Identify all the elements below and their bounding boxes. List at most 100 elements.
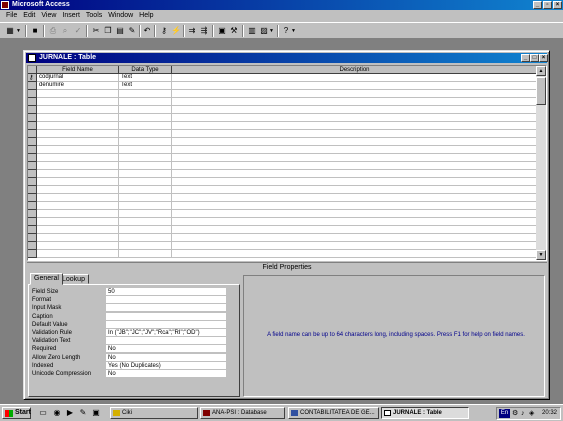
- data-type-cell[interactable]: [119, 186, 172, 194]
- restore-button[interactable]: ▫: [543, 1, 552, 9]
- field-name-cell[interactable]: [37, 122, 119, 130]
- description-cell[interactable]: [172, 178, 538, 186]
- desktop-icon[interactable]: ▭: [38, 408, 48, 418]
- row-selector[interactable]: [28, 122, 37, 130]
- row-selector[interactable]: [28, 218, 37, 226]
- start-button[interactable]: Start: [2, 407, 31, 419]
- field-name-cell[interactable]: [37, 146, 119, 154]
- description-cell[interactable]: [172, 130, 538, 138]
- table-row[interactable]: denumire Text: [28, 82, 538, 90]
- data-type-cell[interactable]: [119, 130, 172, 138]
- property-value-input[interactable]: In ("JB";"JC";"JV";"Rca";"RI";"OD"): [106, 329, 226, 337]
- close-button[interactable]: ×: [553, 1, 562, 9]
- description-cell[interactable]: [172, 218, 538, 226]
- menu-tools[interactable]: Tools: [83, 10, 105, 22]
- table-row[interactable]: [28, 122, 538, 130]
- child-minimize-button[interactable]: _: [521, 54, 530, 62]
- data-type-cell[interactable]: [119, 170, 172, 178]
- properties-icon[interactable]: ▣: [216, 25, 228, 37]
- description-cell[interactable]: [172, 170, 538, 178]
- table-row[interactable]: [28, 250, 538, 258]
- table-row[interactable]: [28, 194, 538, 202]
- task-jurnale-table[interactable]: JURNALE : Table: [381, 407, 469, 419]
- child-close-button[interactable]: ×: [539, 54, 548, 62]
- table-row[interactable]: [28, 138, 538, 146]
- row-selector[interactable]: [28, 234, 37, 242]
- copy-icon[interactable]: ❐: [102, 25, 114, 37]
- row-selector[interactable]: [28, 186, 37, 194]
- data-type-cell[interactable]: [119, 122, 172, 130]
- field-name-cell[interactable]: [37, 234, 119, 242]
- table-row[interactable]: [28, 106, 538, 114]
- table-row[interactable]: [28, 170, 538, 178]
- help-dropdown-icon[interactable]: ▼: [290, 25, 297, 37]
- scroll-down-button[interactable]: ▼: [536, 250, 546, 260]
- field-name-cell[interactable]: [37, 154, 119, 162]
- description-cell[interactable]: [172, 194, 538, 202]
- row-selector[interactable]: ⚷: [28, 74, 37, 82]
- property-value-input[interactable]: No: [106, 353, 226, 362]
- row-selector[interactable]: [28, 242, 37, 250]
- new-object-dropdown-icon[interactable]: ▼: [268, 25, 275, 37]
- child-maximize-button[interactable]: □: [530, 54, 539, 62]
- description-cell[interactable]: [172, 186, 538, 194]
- field-name-cell[interactable]: [37, 186, 119, 194]
- row-selector[interactable]: [28, 202, 37, 210]
- table-icon[interactable]: [28, 54, 36, 62]
- description-cell[interactable]: [172, 146, 538, 154]
- row-selector[interactable]: [28, 106, 37, 114]
- task-ciki[interactable]: Ciki: [110, 407, 198, 419]
- table-window-title-bar[interactable]: JURNALE : Table _ □ ×: [26, 53, 548, 63]
- data-type-cell[interactable]: Text: [119, 82, 172, 90]
- data-type-cell[interactable]: [119, 138, 172, 146]
- description-cell[interactable]: [172, 74, 538, 82]
- description-cell[interactable]: [172, 202, 538, 210]
- field-name-cell[interactable]: [37, 218, 119, 226]
- description-cell[interactable]: [172, 162, 538, 170]
- data-type-cell[interactable]: [119, 90, 172, 98]
- row-selector[interactable]: [28, 98, 37, 106]
- clock[interactable]: 20:32: [542, 408, 557, 419]
- field-name-cell[interactable]: [37, 242, 119, 250]
- field-name-cell[interactable]: [37, 114, 119, 122]
- description-cell[interactable]: [172, 106, 538, 114]
- table-row[interactable]: [28, 90, 538, 98]
- field-name-cell[interactable]: [37, 194, 119, 202]
- data-type-cell[interactable]: [119, 178, 172, 186]
- print-icon[interactable]: ⎙: [47, 25, 59, 37]
- minimize-button[interactable]: _: [533, 1, 542, 9]
- data-type-cell[interactable]: [119, 218, 172, 226]
- property-value-input[interactable]: [106, 296, 226, 305]
- quick-launch-icon[interactable]: ✎: [78, 408, 88, 418]
- property-value-input[interactable]: Yes (No Duplicates): [106, 361, 226, 370]
- cut-icon[interactable]: ✂: [90, 25, 102, 37]
- field-name-cell[interactable]: [37, 162, 119, 170]
- view-dropdown-icon[interactable]: ▼: [15, 25, 22, 37]
- field-name-cell[interactable]: [37, 226, 119, 234]
- row-selector[interactable]: [28, 194, 37, 202]
- description-cell[interactable]: [172, 114, 538, 122]
- field-name-cell[interactable]: denumire: [37, 82, 119, 90]
- table-row[interactable]: [28, 218, 538, 226]
- table-row[interactable]: [28, 114, 538, 122]
- scroll-thumb[interactable]: [536, 77, 546, 105]
- field-name-cell[interactable]: [37, 210, 119, 218]
- volume-icon[interactable]: ♪: [521, 409, 525, 419]
- task-ana-psi-database[interactable]: ANA-PSI : Database: [200, 407, 285, 419]
- menu-view[interactable]: View: [38, 10, 59, 22]
- menu-insert[interactable]: Insert: [59, 10, 83, 22]
- data-type-cell[interactable]: [119, 242, 172, 250]
- row-selector[interactable]: [28, 146, 37, 154]
- row-selector[interactable]: [28, 154, 37, 162]
- menu-file[interactable]: File: [3, 10, 20, 22]
- data-type-cell[interactable]: [119, 250, 172, 258]
- table-row[interactable]: [28, 98, 538, 106]
- data-type-cell[interactable]: [119, 162, 172, 170]
- row-selector[interactable]: [28, 114, 37, 122]
- data-type-cell[interactable]: Text: [119, 74, 172, 82]
- data-type-cell[interactable]: [119, 194, 172, 202]
- row-selector[interactable]: [28, 226, 37, 234]
- build-icon[interactable]: ⚒: [228, 25, 240, 37]
- field-name-cell[interactable]: [37, 138, 119, 146]
- row-selector[interactable]: [28, 138, 37, 146]
